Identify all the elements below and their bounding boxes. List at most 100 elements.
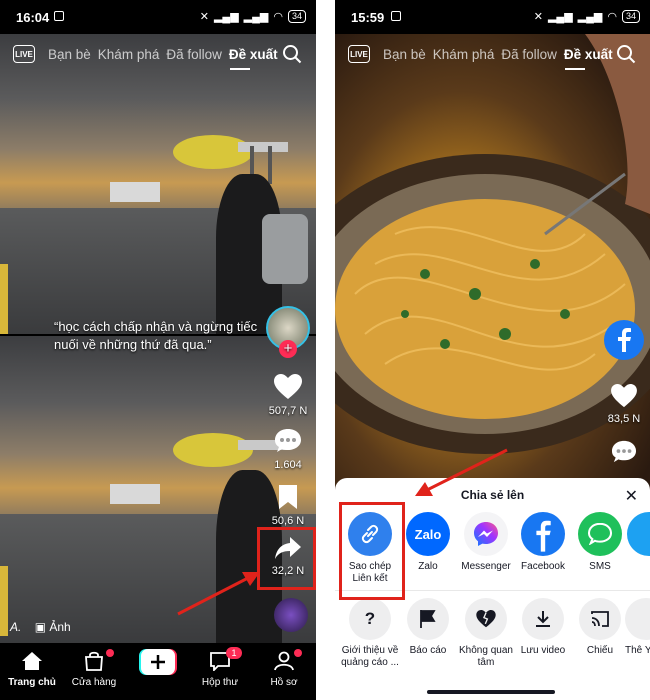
video-caption: “học cách chấp nhận và ngừng tiếc nuối v… <box>54 319 258 352</box>
flag-icon <box>407 598 449 640</box>
ad-info-button[interactable]: ? Giới thiệu về quảng cáo ... <box>339 598 401 669</box>
notification-icon <box>391 11 401 21</box>
cast-icon <box>579 598 621 640</box>
inbox-badge: 1 <box>226 647 242 659</box>
bottom-nav: Trang chủ Cửa hàng 1 Hộp thư Hồ sơ <box>0 643 316 700</box>
comment-icon <box>612 440 636 463</box>
zalo-icon: Zalo <box>406 512 450 556</box>
wifi-icon: ◠ <box>607 11 617 23</box>
vehicle-image <box>110 182 160 202</box>
status-icons: ✕ ▂▄▆ ▂▄▆ ◠ 34 <box>200 10 306 23</box>
nav-profile[interactable]: Hồ sơ <box>254 649 314 688</box>
photo-mode-label: A. ▣ Ảnh <box>10 620 71 634</box>
shopping-bag-icon <box>85 651 103 671</box>
comment-icon <box>275 429 301 452</box>
live-button[interactable]: LIVE <box>348 45 370 63</box>
top-nav: LIVE Bạn bè Khám phá Đã follow Đề xuất <box>0 42 316 70</box>
feed-tabs: Bạn bè Khám phá Đã follow Đề xuất <box>48 47 278 62</box>
bookmark-icon <box>279 485 297 509</box>
save-video-button[interactable]: Lưu video <box>512 598 574 657</box>
like-button[interactable]: 83,5 N <box>601 384 647 425</box>
share-app-icon <box>627 512 650 556</box>
create-button[interactable] <box>139 649 177 675</box>
save-count: 50,6 N <box>271 515 305 527</box>
heart-icon <box>274 374 302 399</box>
sms-button[interactable]: SMS <box>569 512 631 573</box>
profile-icon <box>274 651 294 671</box>
not-interested-button[interactable]: Không quan tâm <box>455 598 517 669</box>
signal-icon: ▂▄▆ <box>547 11 573 23</box>
feed-tabs: Bạn bè Khám phá Đã follow Đề xuất <box>383 47 613 62</box>
home-indicator <box>427 690 555 694</box>
battery-icon: 34 <box>621 10 640 23</box>
red-arrow-icon <box>415 448 508 496</box>
live-button[interactable]: LIVE <box>13 45 35 63</box>
search-icon[interactable] <box>616 44 636 64</box>
cast-button[interactable]: Chiếu <box>569 598 631 657</box>
comment-count: 1.604 <box>274 459 302 471</box>
signal-icon: ▂▄▆ <box>577 11 603 23</box>
copy-link-highlight-box <box>339 502 405 600</box>
airplane-image <box>173 135 288 184</box>
messenger-icon <box>464 512 508 556</box>
facebook-share-shortcut[interactable] <box>603 320 645 362</box>
broken-heart-icon <box>465 598 507 640</box>
signal-icon: ▂▄▆ <box>213 11 239 23</box>
notification-icon <box>54 11 64 21</box>
shop-badge <box>106 649 114 657</box>
tab-explore[interactable]: Khám phá <box>433 47 495 62</box>
report-button[interactable]: Báo cáo <box>397 598 459 657</box>
status-bar: 15:59 ✕ ▂▄▆ ▂▄▆ ◠ 34 <box>335 0 650 34</box>
more-icon <box>625 598 650 640</box>
tab-for-you[interactable]: Đề xuất <box>564 47 613 62</box>
comment-button[interactable]: 1.604 <box>264 428 312 471</box>
status-time: 16:04 <box>16 10 50 25</box>
top-nav: LIVE Bạn bè Khám phá Đã follow Đề xuất <box>335 42 650 70</box>
like-count: 83,5 N <box>607 413 641 425</box>
image-icon: ▣ <box>34 620 47 634</box>
more-actions-button[interactable]: Thê Yê <box>625 598 650 657</box>
more-share-button[interactable] <box>627 512 650 556</box>
status-bar: 16:04 ✕ ▂▄▆ ▂▄▆ ◠ 34 <box>0 0 316 34</box>
save-button[interactable]: 50,6 N <box>264 484 312 527</box>
close-icon[interactable]: ✕ <box>625 486 638 506</box>
nav-shop[interactable]: Cửa hàng <box>64 649 124 688</box>
like-button[interactable]: 507,7 N <box>264 374 312 417</box>
status-time: 15:59 <box>351 10 385 25</box>
question-icon: ? <box>349 598 391 640</box>
music-disc-icon[interactable] <box>274 598 308 632</box>
sms-icon <box>578 512 622 556</box>
follow-plus-icon[interactable]: + <box>279 340 297 358</box>
red-arrow-icon <box>177 572 260 616</box>
heart-icon <box>611 384 637 408</box>
search-icon[interactable] <box>282 44 302 64</box>
photo-slide <box>0 34 316 334</box>
tab-following[interactable]: Đã follow <box>166 47 222 62</box>
backpack-image <box>262 214 308 284</box>
tab-friends[interactable]: Bạn bè <box>48 47 91 62</box>
signal-icon: ▂▄▆ <box>243 11 269 23</box>
active-tab-indicator <box>565 68 585 70</box>
nav-inbox[interactable]: 1 Hộp thư <box>190 647 250 688</box>
mute-icon: ✕ <box>533 11 543 23</box>
phone-screen-share-sheet: 15:59 ✕ ▂▄▆ ▂▄▆ ◠ 34 LIVE Bạn bè Khám ph… <box>335 0 650 700</box>
creator-avatar[interactable]: + <box>266 306 310 358</box>
facebook-icon <box>521 512 565 556</box>
status-icons: ✕ ▂▄▆ ▂▄▆ ◠ 34 <box>534 10 640 23</box>
tab-friends[interactable]: Bạn bè <box>383 47 426 62</box>
wifi-icon: ◠ <box>273 11 283 23</box>
messenger-button[interactable]: Messenger <box>455 512 517 573</box>
active-tab-indicator <box>230 68 250 70</box>
facebook-button[interactable]: Facebook <box>512 512 574 573</box>
phone-screen-home-feed: 16:04 ✕ ▂▄▆ ▂▄▆ ◠ 34 LIVE Bạn bè Khám ph… <box>0 0 316 700</box>
nav-home[interactable]: Trang chủ <box>2 651 62 688</box>
tab-following[interactable]: Đã follow <box>501 47 557 62</box>
tab-explore[interactable]: Khám phá <box>98 47 160 62</box>
zalo-button[interactable]: Zalo Zalo <box>397 512 459 573</box>
like-count: 507,7 N <box>268 405 308 417</box>
spaghetti-image <box>335 34 650 454</box>
facebook-icon <box>604 320 644 360</box>
tab-for-you[interactable]: Đề xuất <box>229 47 278 62</box>
mute-icon: ✕ <box>199 11 209 23</box>
comment-button[interactable] <box>601 440 647 467</box>
